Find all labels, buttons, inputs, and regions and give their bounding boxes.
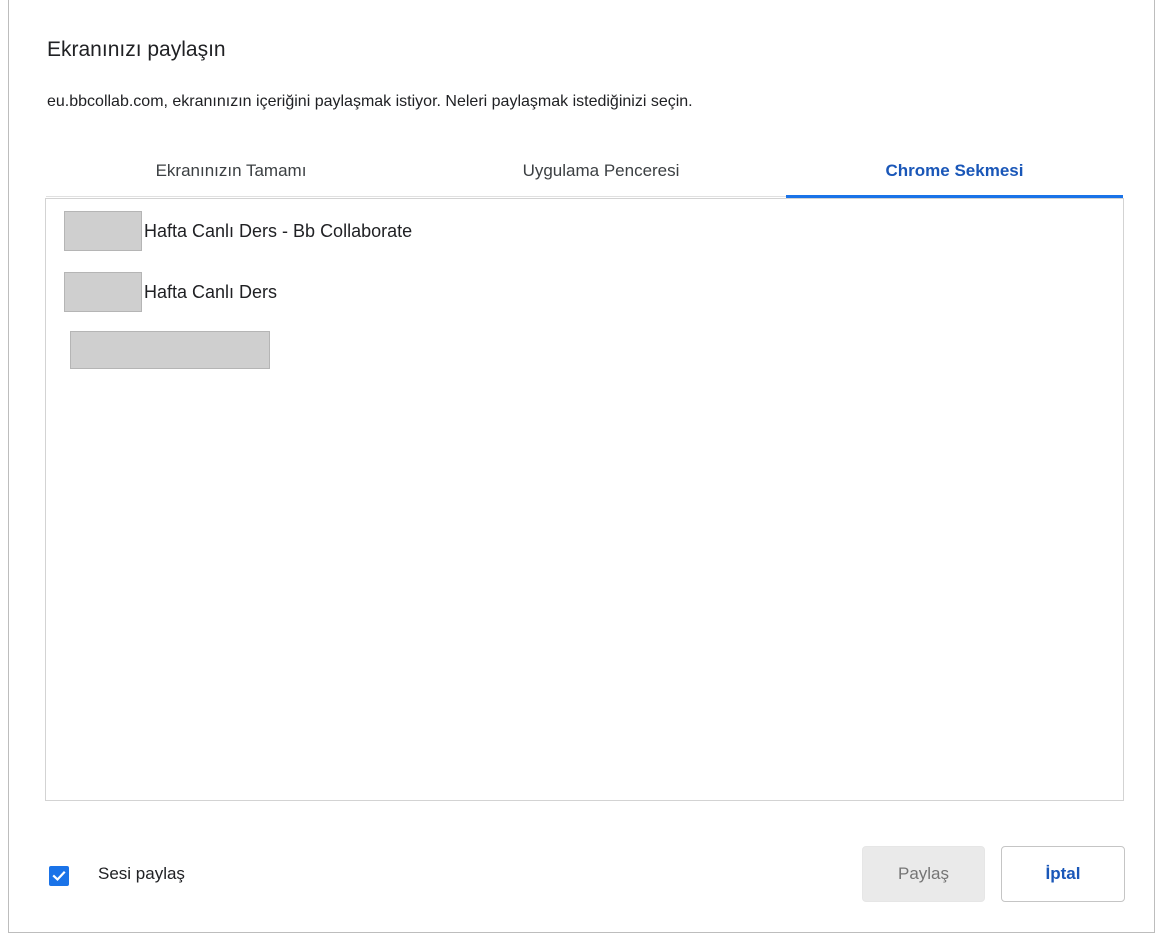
share-button[interactable]: Paylaş — [862, 846, 985, 902]
tab-application-window[interactable]: Uygulama Penceresi — [416, 146, 786, 196]
share-audio-label: Sesi paylaş — [98, 864, 185, 883]
tab-thumbnail — [64, 272, 142, 312]
list-item-label: Hafta Canlı Ders — [144, 281, 278, 302]
list-item[interactable]: Hafta Canlı Ders - Bb Collaborate — [64, 209, 412, 253]
cancel-button[interactable]: İptal — [1001, 846, 1125, 902]
tab-thumbnail — [64, 211, 142, 251]
share-screen-dialog: Ekranınızı paylaşın eu.bbcollab.com, ekr… — [8, 0, 1155, 933]
tab-chrome-tab[interactable]: Chrome Sekmesi — [786, 146, 1123, 198]
tab-bar: Ekranınızın Tamamı Uygulama Penceresi Ch… — [46, 146, 1123, 198]
list-item[interactable] — [64, 328, 272, 372]
check-icon — [52, 870, 66, 882]
dialog-title: Ekranınızı paylaşın — [47, 38, 226, 61]
share-audio-checkbox[interactable] — [49, 866, 69, 886]
list-item-label: Hafta Canlı Ders - Bb Collaborate — [144, 220, 413, 241]
tab-entire-screen[interactable]: Ekranınızın Tamamı — [46, 146, 416, 196]
list-item[interactable]: Hafta Canlı Ders — [64, 270, 277, 314]
dialog-subtitle: eu.bbcollab.com, ekranınızın içeriğini p… — [47, 93, 693, 110]
chrome-tab-list: Hafta Canlı Ders - Bb Collaborate Hafta … — [45, 198, 1124, 801]
tab-thumbnail — [70, 331, 270, 369]
